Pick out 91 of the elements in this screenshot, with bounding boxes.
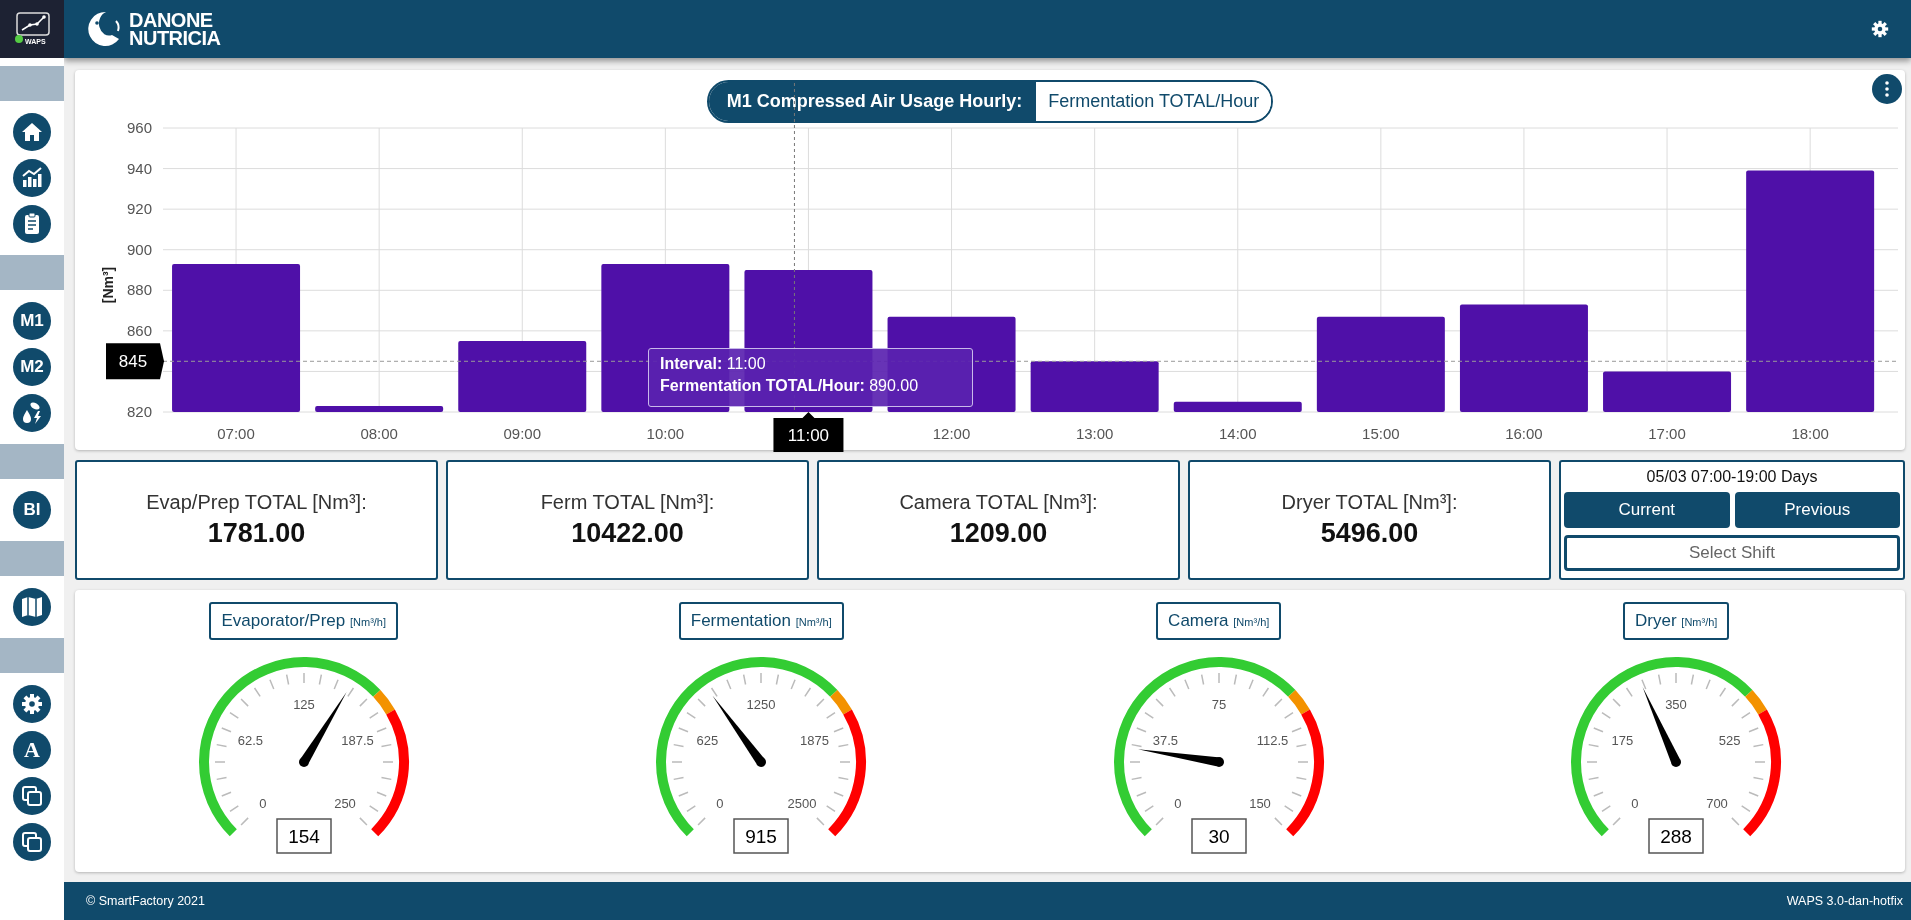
gauge-value: 915 bbox=[733, 818, 789, 854]
settings-icon[interactable] bbox=[1871, 20, 1889, 38]
gauge-value: 154 bbox=[276, 818, 332, 854]
stat-label: Camera TOTAL [Nm³]: bbox=[899, 491, 1098, 514]
sidebar-band bbox=[0, 638, 64, 673]
logo-icon bbox=[86, 9, 122, 49]
axis-tick-label: 16:00 bbox=[1505, 425, 1543, 442]
scale-label: 125 bbox=[292, 697, 315, 712]
axis-tick-label: 15:00 bbox=[1362, 425, 1400, 442]
crosshair-label: 11:00 bbox=[773, 412, 844, 452]
gauge-title: Dryer [Nm³/h] bbox=[1623, 602, 1730, 640]
bar[interactable] bbox=[1173, 401, 1302, 412]
bar[interactable] bbox=[315, 405, 444, 412]
scale-label: 112.5 bbox=[1256, 732, 1289, 748]
gauge-title: Evaporator/Prep [Nm³/h] bbox=[209, 602, 399, 640]
scale-label: 250 bbox=[333, 796, 356, 811]
stat-value: 10422.00 bbox=[571, 518, 684, 549]
axis-tick-label: 18:00 bbox=[1791, 425, 1829, 442]
scale-label: 0 bbox=[716, 796, 724, 811]
scale-label: 75 bbox=[1211, 697, 1226, 712]
stat-value: 1781.00 bbox=[207, 518, 306, 549]
axis-tick-label: 10:00 bbox=[646, 425, 685, 442]
axis-tick-label: 920 bbox=[126, 200, 152, 218]
axis-tick-label: 07:00 bbox=[217, 425, 255, 442]
gauge-value: 30 bbox=[1191, 818, 1247, 854]
stat-label: Ferm TOTAL [Nm³]: bbox=[540, 491, 715, 514]
version-text: WAPS 3.0-dan-hotfix bbox=[1786, 894, 1903, 908]
nav-button[interactable]: BI bbox=[13, 491, 51, 529]
chart-title: M1 Compressed Air Usage Hourly: bbox=[708, 82, 1037, 121]
axis-tick-label: 880 bbox=[126, 281, 152, 299]
tooltip-text: Fermentation TOTAL/Hour: 890.00 bbox=[660, 377, 920, 395]
axis-tick-label: 17:00 bbox=[1648, 425, 1686, 442]
scale-label: 2500 bbox=[787, 796, 817, 811]
nav-button[interactable]: M1 bbox=[13, 302, 51, 340]
axis-tick-label: 960 bbox=[126, 119, 152, 136]
clipboard-icon[interactable] bbox=[13, 205, 51, 243]
axis-tick-label: 900 bbox=[126, 240, 152, 258]
stat-value: 1209.00 bbox=[949, 518, 1048, 549]
scale-label: 0 bbox=[1631, 796, 1639, 811]
axis-tick-label: 940 bbox=[126, 159, 152, 177]
brand-name: DANONE NUTRICIA bbox=[129, 11, 221, 47]
copy-icon[interactable] bbox=[13, 777, 51, 815]
x-tick-label: 11:00 bbox=[787, 426, 830, 445]
axis-title: [Nm³] bbox=[100, 266, 116, 304]
sidebar-band bbox=[0, 66, 64, 101]
select-shift-button[interactable]: Select Shift bbox=[1564, 534, 1900, 571]
scale-label: 625 bbox=[696, 732, 719, 748]
shift-button[interactable]: Current bbox=[1564, 492, 1730, 529]
tooltip-text: Interval: 11:00 bbox=[660, 355, 767, 373]
scale-label: 0 bbox=[259, 796, 267, 811]
axis-tick-label: 13:00 bbox=[1075, 425, 1114, 442]
scale-label: 1250 bbox=[746, 697, 776, 712]
gauge-title: Camera [Nm³/h] bbox=[1156, 602, 1282, 640]
sidebar-band bbox=[0, 541, 64, 576]
stat-value: 5496.00 bbox=[1320, 518, 1419, 549]
settings-icon[interactable] bbox=[13, 685, 51, 723]
axis-tick-label: 09:00 bbox=[503, 425, 541, 442]
scale-label: 525 bbox=[1719, 732, 1741, 748]
sidebar-band bbox=[0, 255, 64, 290]
stat-label: Evap/Prep TOTAL [Nm³]: bbox=[146, 491, 367, 514]
nav-button[interactable]: M2 bbox=[13, 348, 51, 386]
shift-label: 05/03 07:00-19:00 Days bbox=[1645, 467, 1819, 487]
scale-label: 1875 bbox=[800, 732, 830, 748]
axis-tick-label: 14:00 bbox=[1219, 425, 1257, 442]
scale-label: 150 bbox=[1248, 796, 1271, 811]
scale-label: 0 bbox=[1174, 796, 1182, 811]
scale-label: 700 bbox=[1706, 796, 1729, 811]
scale-label: 350 bbox=[1665, 697, 1688, 712]
axis-tick-label: 860 bbox=[126, 321, 152, 339]
scale-label: 175 bbox=[1611, 732, 1634, 748]
copyright-text: © SmartFactory 2021 bbox=[86, 894, 205, 908]
shift-button[interactable]: Previous bbox=[1734, 492, 1900, 529]
drop-bolt-icon[interactable] bbox=[13, 394, 51, 432]
scale-label: 62.5 bbox=[237, 732, 263, 748]
scale-label: 37.5 bbox=[1152, 732, 1178, 748]
map-icon[interactable] bbox=[13, 588, 51, 626]
chart-icon[interactable] bbox=[13, 159, 51, 197]
home-icon[interactable] bbox=[13, 113, 51, 151]
ref-line-label: 845 bbox=[118, 352, 148, 372]
more-icon[interactable] bbox=[1872, 74, 1902, 104]
crosshair-label: 845 bbox=[106, 343, 164, 380]
scale-label: 187.5 bbox=[341, 732, 374, 748]
axis-tick-label: 820 bbox=[126, 403, 152, 420]
gauge-value: 288 bbox=[1648, 818, 1704, 854]
nav-button[interactable]: A bbox=[13, 731, 51, 769]
copy-icon[interactable] bbox=[13, 823, 51, 861]
gauge-title: Fermentation [Nm³/h] bbox=[678, 602, 844, 640]
axis-tick-label: 08:00 bbox=[360, 425, 398, 442]
sidebar-band bbox=[0, 444, 64, 479]
axis-tick-label: 12:00 bbox=[932, 425, 971, 442]
stat-label: Dryer TOTAL [Nm³]: bbox=[1281, 491, 1458, 514]
